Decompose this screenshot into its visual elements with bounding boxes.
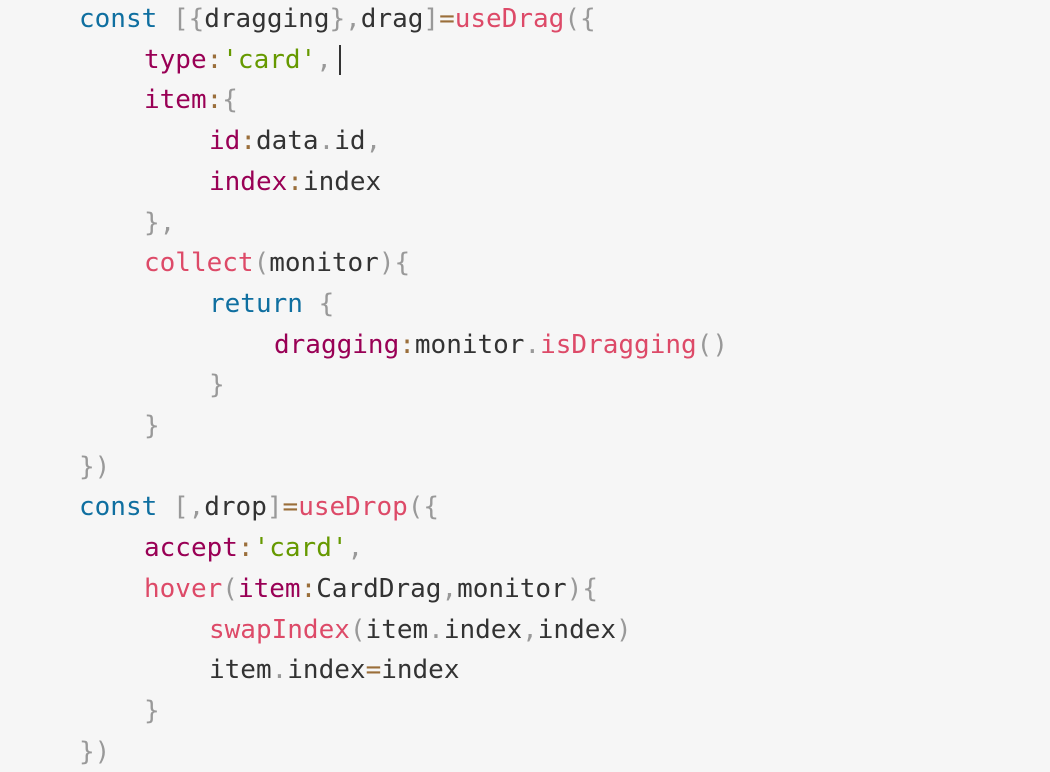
code-token: ){ bbox=[566, 573, 598, 604]
code-token: : bbox=[300, 573, 317, 604]
code-token: { bbox=[318, 288, 335, 319]
code-token: const bbox=[79, 4, 158, 34]
code-token: collect bbox=[144, 248, 254, 279]
code-token: } bbox=[144, 411, 160, 441]
code-token: , bbox=[365, 126, 382, 157]
code-token: swapIndex bbox=[209, 614, 350, 645]
code-line: }) bbox=[79, 447, 110, 487]
code-line: swapIndex(item.index,index) bbox=[209, 610, 632, 650]
code-token: drag bbox=[360, 4, 424, 34]
code-token: { bbox=[222, 85, 238, 116]
code-token: [{ bbox=[172, 4, 205, 34]
code-token: 'card' bbox=[222, 44, 317, 75]
code-token: ( bbox=[222, 573, 238, 604]
code-token: useDrag bbox=[454, 4, 565, 34]
code-token: item bbox=[365, 614, 429, 645]
code-token: () bbox=[696, 329, 728, 360]
code-token: accept bbox=[144, 533, 238, 564]
code-token: monitor bbox=[269, 248, 379, 279]
code-token: index bbox=[209, 166, 288, 197]
code-line: dragging:monitor.isDragging() bbox=[274, 325, 728, 365]
code-token: : bbox=[237, 533, 254, 564]
code-token: index bbox=[302, 166, 382, 197]
code-line: index:index bbox=[209, 162, 381, 202]
code-token: = bbox=[282, 492, 299, 523]
code-token: useDrop bbox=[298, 492, 408, 523]
code-token: ( bbox=[349, 614, 366, 645]
code-token: : bbox=[287, 166, 303, 197]
code-token: , bbox=[522, 614, 538, 645]
code-token: return bbox=[209, 288, 303, 319]
code-line: const [,drop]=useDrop({ bbox=[79, 487, 439, 527]
code-token: }, bbox=[144, 207, 176, 238]
code-token: , bbox=[347, 533, 364, 564]
code-token: ] bbox=[423, 4, 440, 34]
code-token: : bbox=[240, 126, 256, 157]
code-token: ){ bbox=[378, 248, 411, 279]
code-token: monitor bbox=[457, 573, 567, 604]
code-token: } bbox=[144, 695, 160, 726]
code-token: ({ bbox=[407, 492, 440, 523]
code-token: }) bbox=[79, 451, 111, 482]
code-token: }, bbox=[329, 4, 361, 34]
code-line: const [{dragging},drag]=useDrag({ bbox=[79, 0, 596, 39]
code-line: } bbox=[144, 691, 160, 731]
code-token: dragging bbox=[274, 329, 400, 360]
code-line: hover(item:CardDrag,monitor){ bbox=[144, 569, 598, 609]
code-token: . bbox=[271, 655, 288, 686]
code-line: }) bbox=[79, 732, 110, 772]
code-token: data bbox=[255, 126, 319, 157]
code-token: index bbox=[443, 614, 523, 645]
code-token: item bbox=[144, 85, 207, 116]
code-token: . bbox=[524, 329, 541, 360]
code-token: index bbox=[381, 655, 460, 686]
code-token: ) bbox=[616, 614, 632, 645]
text-caret bbox=[339, 45, 341, 75]
code-token: index bbox=[287, 655, 366, 686]
code-token: isDragging bbox=[540, 329, 697, 360]
code-token: id bbox=[334, 126, 366, 157]
code-line: }, bbox=[144, 203, 175, 243]
code-token: , bbox=[316, 44, 332, 75]
code-token: ({ bbox=[564, 4, 596, 34]
code-token: dragging bbox=[204, 4, 330, 34]
code-token: item bbox=[209, 655, 272, 686]
code-token: . bbox=[318, 126, 335, 157]
code-token: ] bbox=[266, 492, 283, 523]
code-editor[interactable]: const [{dragging},drag]=useDrag({type:'c… bbox=[0, 0, 1050, 772]
code-token: = bbox=[439, 4, 455, 34]
code-line: item.index=index bbox=[209, 650, 460, 690]
code-line: type:'card', bbox=[144, 40, 332, 80]
code-token: 'card' bbox=[253, 533, 348, 564]
code-token: [, bbox=[172, 492, 205, 523]
code-token: id bbox=[209, 126, 241, 157]
code-token: CardDrag bbox=[316, 573, 442, 604]
code-token: = bbox=[365, 655, 382, 686]
code-token: } bbox=[209, 370, 225, 401]
code-token: item bbox=[237, 573, 301, 604]
code-token: : bbox=[206, 85, 223, 116]
code-line: item:{ bbox=[144, 80, 238, 120]
code-token: ( bbox=[253, 248, 270, 279]
code-line: return { bbox=[209, 284, 334, 324]
code-token: monitor bbox=[414, 329, 525, 360]
code-line: accept:'card', bbox=[144, 528, 363, 568]
code-token: : bbox=[206, 44, 223, 75]
code-token: const bbox=[79, 492, 158, 523]
code-line: collect(monitor){ bbox=[144, 243, 410, 283]
code-line: } bbox=[209, 365, 225, 405]
code-token: : bbox=[399, 329, 415, 360]
code-token: drop bbox=[204, 492, 267, 523]
code-token: hover bbox=[144, 573, 223, 604]
code-token: . bbox=[428, 614, 444, 645]
code-token: , bbox=[441, 573, 458, 604]
code-line: } bbox=[144, 406, 160, 446]
code-token: }) bbox=[79, 736, 111, 767]
code-token: type bbox=[144, 44, 207, 75]
code-token: index bbox=[537, 614, 617, 645]
code-line: id:data.id, bbox=[209, 121, 381, 161]
